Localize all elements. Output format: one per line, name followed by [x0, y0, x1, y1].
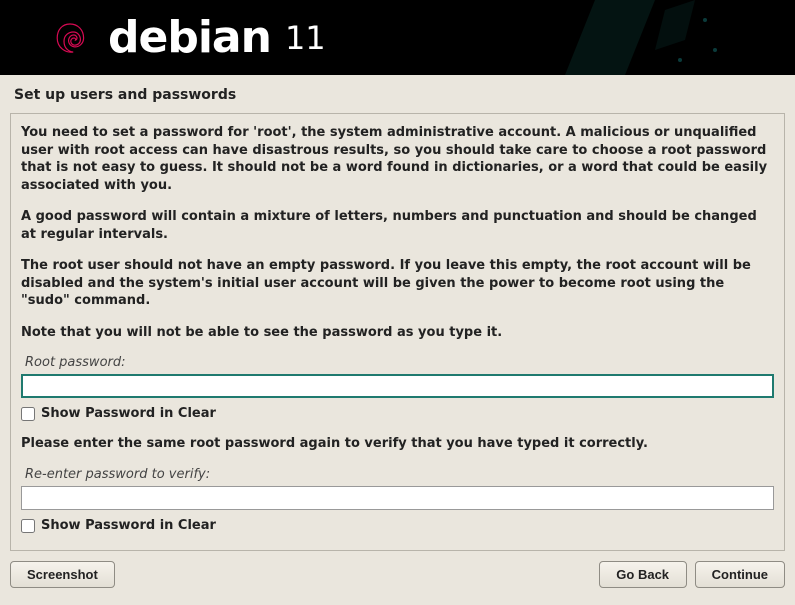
show-password-1-label: Show Password in Clear [41, 406, 216, 421]
root-password-input[interactable] [21, 374, 774, 398]
logo-text: debian [108, 12, 271, 63]
show-password-1-row[interactable]: Show Password in Clear [21, 406, 774, 421]
show-password-2-checkbox[interactable] [21, 519, 35, 533]
verify-paragraph: Please enter the same root password agai… [21, 435, 774, 453]
show-password-2-label: Show Password in Clear [41, 518, 216, 533]
intro-paragraph-1: You need to set a password for 'root', t… [21, 124, 774, 194]
root-password-label: Root password: [21, 355, 774, 370]
show-password-1-checkbox[interactable] [21, 407, 35, 421]
footer-bar: Screenshot Go Back Continue [0, 561, 795, 598]
go-back-button[interactable]: Go Back [599, 561, 687, 588]
verify-password-label: Re-enter password to verify: [21, 467, 774, 482]
header-decoration [555, 0, 735, 75]
footer-right-group: Go Back Continue [599, 561, 785, 588]
verify-password-input[interactable] [21, 486, 774, 510]
continue-button[interactable]: Continue [695, 561, 785, 588]
screenshot-button[interactable]: Screenshot [10, 561, 115, 588]
debian-swirl-icon [50, 18, 90, 58]
page-title: Set up users and passwords [0, 75, 795, 113]
intro-paragraph-3: The root user should not have an empty p… [21, 257, 774, 310]
content-panel: You need to set a password for 'root', t… [10, 113, 785, 551]
installer-header: debian 11 [0, 0, 795, 75]
show-password-2-row[interactable]: Show Password in Clear [21, 518, 774, 533]
logo-version: 11 [285, 19, 326, 57]
intro-paragraph-2: A good password will contain a mixture o… [21, 208, 774, 243]
intro-paragraph-4: Note that you will not be able to see th… [21, 324, 774, 342]
